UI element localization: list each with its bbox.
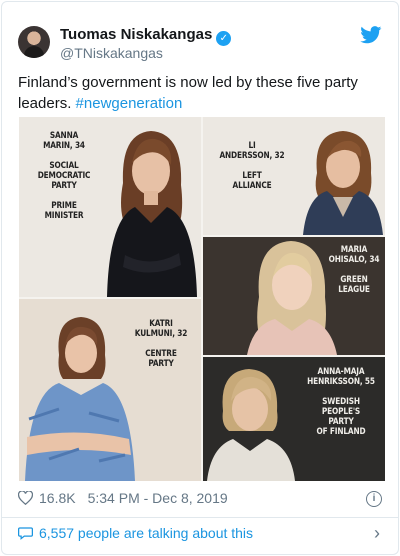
photo-panel-ohisalo: MARIA OHISALO, 34 GREEN LEAGUE — [203, 237, 385, 355]
chevron-right-icon[interactable]: › — [374, 523, 380, 544]
tweet-meta: 16.8K 5:34 PM - Dec 8, 2019 — [18, 490, 228, 506]
divider — [2, 517, 398, 518]
caption-marin: SANNA MARIN, 34 SOCIAL DEMOCRATIC PARTY … — [37, 131, 91, 221]
portrait-marin — [107, 131, 197, 297]
photo-panel-henriksson: ANNA-MAJA HENRIKSSON, 55 SWEDISH PEOPLE'… — [203, 357, 385, 481]
twitter-bird-icon[interactable] — [360, 26, 382, 44]
caption-kulmuni: KATRI KULMUNI, 32 CENTRE PARTY — [134, 319, 188, 369]
tweet-card: Tuomas Niskakangas ✓ @TNiskakangas Finlan… — [1, 1, 399, 555]
tweet-text: Finland’s government is now led by these… — [18, 72, 388, 114]
author-name-row[interactable]: Tuomas Niskakangas ✓ — [60, 26, 232, 46]
conversation-link[interactable]: 6,557 people are talking about this — [18, 525, 253, 541]
portrait-kulmuni — [25, 317, 135, 481]
tweet-body: Finland’s government is now led by these… — [18, 74, 358, 112]
speech-bubble-icon — [18, 527, 33, 540]
caption-ohisalo: MARIA OHISALO, 34 GREEN LEAGUE — [328, 245, 380, 295]
photo-panel-marin: SANNA MARIN, 34 SOCIAL DEMOCRATIC PARTY … — [19, 117, 201, 297]
hashtag-link[interactable]: #newgeneration — [76, 95, 183, 112]
photo-panel-andersson: LI ANDERSSON, 32 LEFT ALLIANCE — [203, 117, 385, 235]
conversation-count[interactable]: 6,557 people are talking about this — [39, 525, 253, 541]
photo-panel-kulmuni: KATRI KULMUNI, 32 CENTRE PARTY — [19, 299, 201, 481]
avatar[interactable] — [18, 26, 50, 58]
author-handle[interactable]: @TNiskakangas — [60, 45, 163, 61]
author-name[interactable]: Tuomas Niskakangas — [60, 26, 212, 43]
portrait-andersson — [303, 131, 383, 235]
verified-badge-icon: ✓ — [216, 31, 232, 46]
tweet-image[interactable]: SANNA MARIN, 34 SOCIAL DEMOCRATIC PARTY … — [19, 117, 385, 481]
caption-henriksson: ANNA-MAJA HENRIKSSON, 55 SWEDISH PEOPLE'… — [307, 367, 375, 437]
info-icon[interactable]: i — [366, 491, 382, 507]
portrait-henriksson — [207, 369, 295, 481]
caption-andersson: LI ANDERSSON, 32 LEFT ALLIANCE — [219, 141, 285, 191]
like-count[interactable]: 16.8K — [39, 490, 76, 506]
tweet-timestamp[interactable]: 5:34 PM - Dec 8, 2019 — [88, 490, 228, 506]
heart-icon[interactable] — [18, 491, 33, 505]
